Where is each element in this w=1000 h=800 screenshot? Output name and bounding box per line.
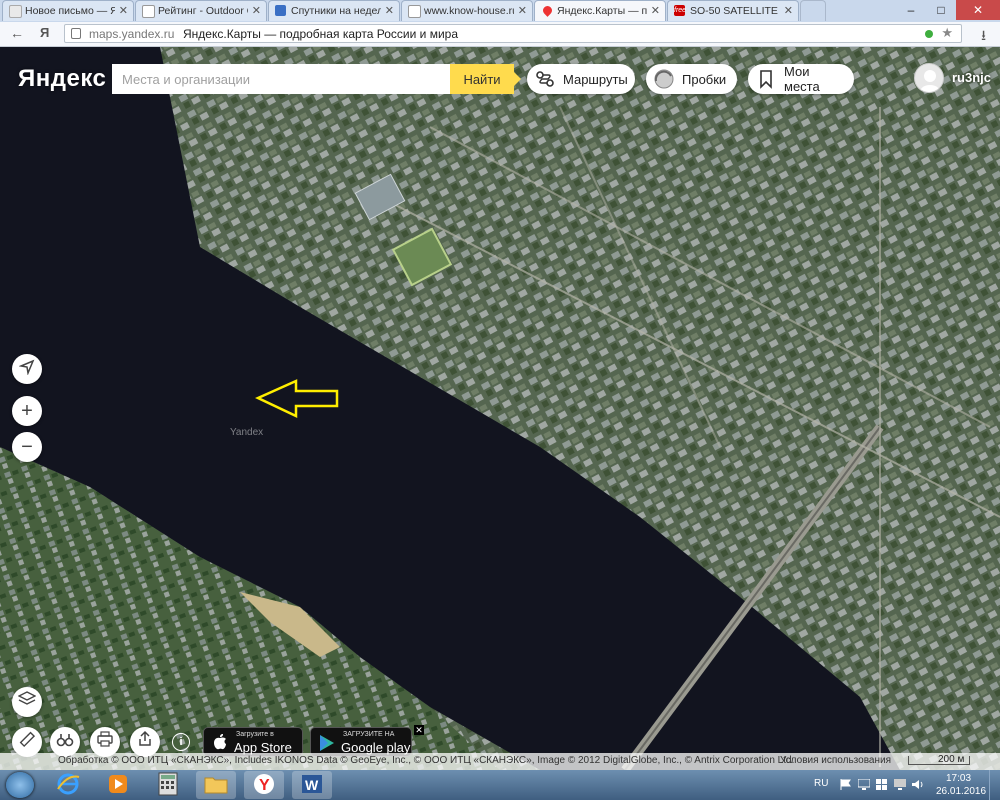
tab-satellites[interactable]: Спутники на неделю ✕ [268,0,400,21]
clock-time[interactable]: 17:03 [946,773,971,784]
browser-tab-bar: Новое письмо — Янд✕ Рейтинг - Outdoor QF… [0,0,1000,23]
close-tab-icon[interactable]: ✕ [385,4,394,17]
layers-button[interactable] [12,687,42,717]
search-button[interactable]: Найти [450,64,521,94]
show-desktop-button[interactable] [989,770,1000,800]
taskbar: Y W RU 17:03 26.01.2016 [0,770,1000,800]
yandex-browser-icon[interactable]: Я [40,25,49,40]
avatar[interactable] [914,63,944,93]
close-tab-icon[interactable]: ✕ [651,4,660,17]
explorer-taskbar-button[interactable] [196,771,236,799]
zoom-out-button[interactable]: − [12,432,42,462]
routes-icon [535,69,555,89]
network-icon[interactable] [894,779,906,790]
url-page-title: Яндекс.Карты — подробная карта России и … [183,27,459,41]
scale-label: 200 м [938,754,965,765]
page-icon [408,5,421,18]
start-button[interactable] [6,772,34,798]
close-store-badges-button[interactable]: ✕ [414,725,424,735]
google-play-small-text: ЗАГРУЗИТЕ НА [343,731,395,738]
svg-text:Y: Y [259,777,270,794]
my-places-button[interactable]: Мои места [748,64,854,94]
yandex-browser-taskbar-button[interactable]: Y [244,771,284,799]
download-icon[interactable]: ⭳ [981,25,986,49]
input-language[interactable]: RU [814,778,828,789]
close-tab-icon[interactable]: ✕ [119,4,128,17]
media-player-icon [106,772,130,799]
ruler-icon [18,730,36,754]
app-store-small-text: Загрузите в [236,731,274,738]
traffic-label: Пробки [682,71,727,87]
ie-taskbar-button[interactable] [48,771,88,799]
minimize-button[interactable]: – [896,0,926,20]
page-icon [142,5,155,18]
locate-button[interactable] [12,354,42,384]
yandex-browser-icon: Y [253,773,275,798]
close-tab-icon[interactable]: ✕ [784,4,793,17]
copyright-text: Обработка © ООО ИТЦ «СКАНЭКС», Includes … [58,755,795,766]
bookmark-star-icon[interactable]: ★ [941,25,953,41]
page-icon [275,5,286,16]
routes-label: Маршруты [563,71,628,87]
free-icon: free [674,5,687,16]
traffic-button[interactable]: Пробки [646,64,737,94]
svg-text:W: W [305,777,319,793]
clock-date[interactable]: 26.01.2016 [936,786,986,797]
satellite-imagery [0,47,1000,770]
tab-outdoor[interactable]: Рейтинг - Outdoor QF✕ [135,0,267,21]
page-info-icon [71,28,81,39]
map-pin-icon [541,4,554,17]
user-name[interactable]: ru3njc [952,70,991,85]
media-player-taskbar-button[interactable] [98,771,138,799]
yandex-logo[interactable]: Яндекс [18,65,106,93]
copyright-bar: Обработка © ООО ИТЦ «СКАНЭКС», Includes … [0,753,1000,770]
layers-icon [17,690,37,714]
back-button[interactable]: ← [10,25,24,41]
close-window-button[interactable]: ✕ [956,0,1000,20]
ie-icon [56,772,80,799]
calculator-icon [157,772,179,799]
bookmark-icon [756,69,776,89]
binoculars-icon [56,730,74,754]
my-places-label: Мои места [784,64,820,94]
google-play-icon [319,734,335,752]
traffic-icon [654,69,674,89]
map-view[interactable]: Яндекс Найти Маршруты Пробки Мои места r… [0,47,1000,770]
folder-icon [204,774,228,797]
tab-so50[interactable]: free SO-50 SATELLITE INFO✕ [667,0,799,21]
terms-link[interactable]: Условия использования [780,755,891,766]
window-controls: – □ ✕ [896,0,1000,20]
display-icon[interactable] [857,778,871,790]
tab-mail[interactable]: Новое письмо — Янд✕ [2,0,134,21]
maximize-button[interactable]: □ [926,0,956,20]
close-tab-icon[interactable]: ✕ [252,4,261,17]
extension-icon[interactable] [925,30,933,38]
close-tab-icon[interactable]: ✕ [518,4,527,17]
share-icon [136,730,154,754]
routes-button[interactable]: Маршруты [527,64,635,94]
address-bar-row: ← Я maps.yandex.ru Яндекс.Карты — подроб… [0,22,1000,47]
apple-icon [212,733,228,751]
windows-flag-icon[interactable] [876,779,888,790]
tab-yandex-maps[interactable]: Яндекс.Карты — подр✕ [534,0,666,21]
url-field[interactable]: maps.yandex.ru Яндекс.Карты — подробная … [64,24,962,43]
map-watermark: Yandex [230,427,264,438]
new-tab-button[interactable] [800,0,826,21]
mail-icon [9,5,22,18]
zoom-in-button[interactable]: + [12,396,42,426]
volume-icon[interactable] [912,779,924,790]
tab-know-house[interactable]: www.know-house.ru/g✕ [401,0,533,21]
word-icon: W [300,773,324,798]
calculator-taskbar-button[interactable] [148,771,188,799]
flag-icon[interactable] [840,779,852,790]
search-input[interactable] [112,64,450,94]
location-arrow-icon [18,358,35,381]
word-taskbar-button[interactable]: W [292,771,332,799]
info-icon[interactable]: i [172,733,190,751]
printer-icon [96,730,114,754]
url-domain: maps.yandex.ru [89,27,175,41]
